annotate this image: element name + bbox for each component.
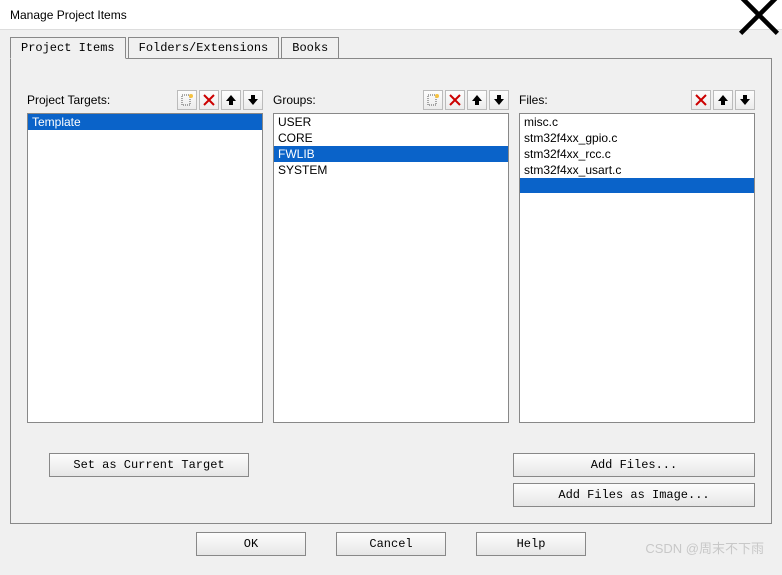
list-item[interactable]: CORE (274, 130, 508, 146)
new-icon (181, 94, 193, 106)
column-groups: Groups: USER CORE FWLIB SYSTEM (273, 89, 509, 441)
delete-icon (695, 94, 707, 106)
groups-up-button[interactable] (467, 90, 487, 110)
list-item[interactable]: FWLIB (274, 146, 508, 162)
targets-new-button[interactable] (177, 90, 197, 110)
delete-icon (203, 94, 215, 106)
help-button[interactable]: Help (476, 532, 586, 556)
arrow-up-icon (225, 94, 237, 106)
files-listbox[interactable]: misc.c stm32f4xx_gpio.c stm32f4xx_rcc.c … (519, 113, 755, 423)
title-bar: Manage Project Items (0, 0, 782, 30)
list-item[interactable]: SYSTEM (274, 162, 508, 178)
files-up-button[interactable] (713, 90, 733, 110)
files-down-button[interactable] (735, 90, 755, 110)
files-label: Files: (519, 93, 689, 107)
set-current-target-button[interactable]: Set as Current Target (49, 453, 249, 477)
list-item[interactable]: stm32f4xx_usart.c (520, 162, 754, 178)
delete-icon (449, 94, 461, 106)
add-files-as-image-button[interactable]: Add Files as Image... (513, 483, 755, 507)
arrow-down-icon (493, 94, 505, 106)
column-files: Files: misc.c stm32f4xx_gpio.c stm32f4xx… (519, 89, 755, 441)
files-delete-button[interactable] (691, 90, 711, 110)
groups-label: Groups: (273, 93, 421, 107)
panel-project-items: Project Targets: Template Groups: (10, 58, 772, 524)
ok-button[interactable]: OK (196, 532, 306, 556)
tab-books[interactable]: Books (281, 37, 339, 59)
add-files-button[interactable]: Add Files... (513, 453, 755, 477)
arrow-up-icon (471, 94, 483, 106)
targets-up-button[interactable] (221, 90, 241, 110)
groups-listbox[interactable]: USER CORE FWLIB SYSTEM (273, 113, 509, 423)
close-button[interactable] (736, 0, 782, 30)
targets-down-button[interactable] (243, 90, 263, 110)
list-item[interactable]: USER (274, 114, 508, 130)
arrow-up-icon (717, 94, 729, 106)
list-item[interactable]: stm32f4xx_gpio.c (520, 130, 754, 146)
tab-folders-extensions[interactable]: Folders/Extensions (128, 37, 280, 59)
groups-down-button[interactable] (489, 90, 509, 110)
list-item-empty-selected[interactable] (520, 178, 754, 193)
targets-label: Project Targets: (27, 93, 175, 107)
window-title: Manage Project Items (10, 8, 736, 22)
arrow-down-icon (247, 94, 259, 106)
targets-delete-button[interactable] (199, 90, 219, 110)
list-item[interactable]: Template (28, 114, 262, 130)
close-icon (736, 0, 782, 38)
list-item[interactable]: misc.c (520, 114, 754, 130)
targets-listbox[interactable]: Template (27, 113, 263, 423)
column-targets: Project Targets: Template (27, 89, 263, 441)
arrow-down-icon (739, 94, 751, 106)
dialog-footer: OK Cancel Help (10, 524, 772, 564)
tab-project-items[interactable]: Project Items (10, 37, 126, 59)
tab-bar: Project Items Folders/Extensions Books (10, 37, 772, 59)
groups-new-button[interactable] (423, 90, 443, 110)
list-item[interactable]: stm32f4xx_rcc.c (520, 146, 754, 162)
new-icon (427, 94, 439, 106)
groups-delete-button[interactable] (445, 90, 465, 110)
cancel-button[interactable]: Cancel (336, 532, 446, 556)
